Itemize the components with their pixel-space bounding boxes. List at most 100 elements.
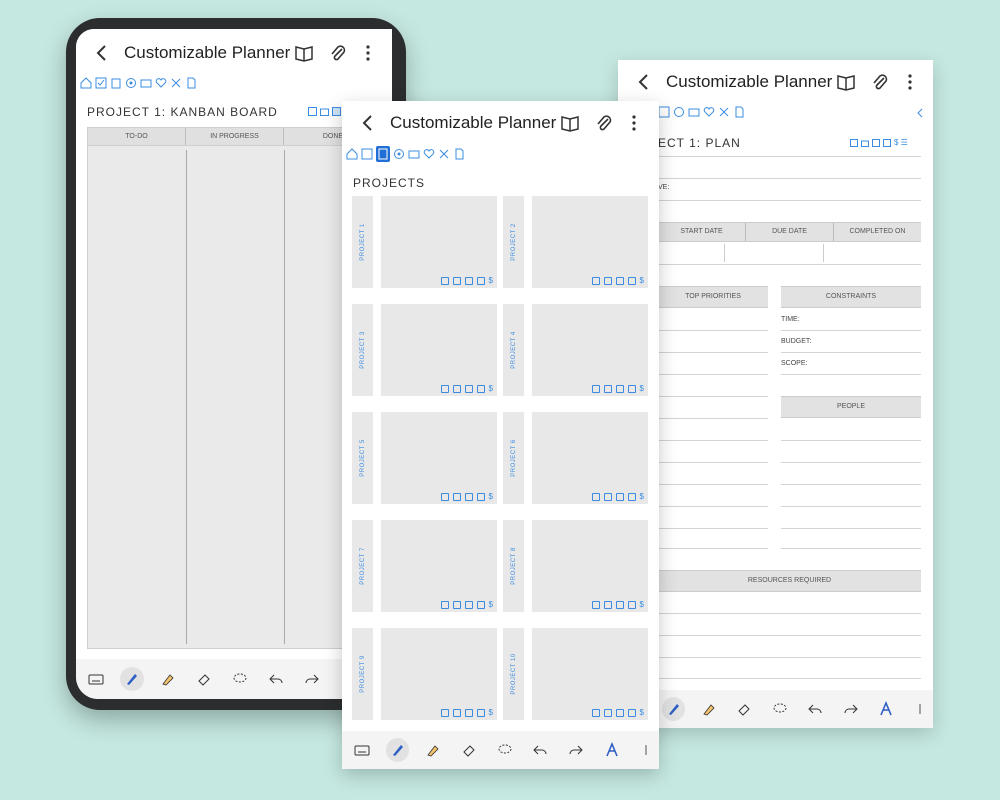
- text-recognition-tool[interactable]: [874, 697, 897, 721]
- wallet-icon[interactable]: [688, 106, 700, 118]
- budget-and-list-icons[interactable]: $ ☰: [894, 138, 908, 147]
- undo-tool[interactable]: [264, 667, 288, 691]
- document-icon[interactable]: [185, 77, 197, 89]
- calendar-icon[interactable]: [440, 277, 449, 285]
- checkbox-icon[interactable]: [476, 601, 485, 609]
- checkbox-icon[interactable]: [476, 709, 485, 717]
- calendar-icon[interactable]: [440, 493, 449, 501]
- project-tab[interactable]: PROJECT 2: [503, 196, 524, 288]
- folder-icon[interactable]: [603, 601, 612, 609]
- lasso-tool[interactable]: [768, 697, 791, 721]
- heart-icon[interactable]: [423, 148, 435, 160]
- project-notes-area[interactable]: $: [532, 520, 648, 612]
- board-icon[interactable]: [615, 601, 624, 609]
- project-tab[interactable]: PROJECT 6: [503, 412, 524, 504]
- project-card[interactable]: PROJECT 6 $: [503, 412, 648, 504]
- highlighter-tool[interactable]: [156, 667, 180, 691]
- undo-tool[interactable]: [804, 697, 827, 721]
- folder-icon[interactable]: [452, 709, 461, 717]
- checkbox-icon[interactable]: [361, 148, 373, 160]
- board-icon[interactable]: [615, 277, 624, 285]
- checkbox-icon[interactable]: [476, 493, 485, 501]
- project-card[interactable]: PROJECT 5 $: [352, 412, 497, 504]
- project-card[interactable]: PROJECT 1 $: [352, 196, 497, 288]
- dollar-icon[interactable]: $: [640, 709, 644, 717]
- eraser-tool[interactable]: [733, 697, 756, 721]
- tools-icon[interactable]: [438, 148, 450, 160]
- dollar-icon[interactable]: $: [640, 601, 644, 609]
- checkbox-icon[interactable]: [476, 385, 485, 393]
- document-icon[interactable]: [733, 106, 745, 118]
- project-card[interactable]: PROJECT 10 $: [503, 628, 648, 720]
- folder-icon[interactable]: [452, 493, 461, 501]
- dollar-icon[interactable]: $: [640, 385, 644, 393]
- checkbox-icon[interactable]: [658, 106, 670, 118]
- home-icon[interactable]: [80, 77, 92, 89]
- project-tab[interactable]: PROJECT 5: [352, 412, 373, 504]
- heart-icon[interactable]: [703, 106, 715, 118]
- back-arrow-icon[interactable]: [92, 43, 112, 63]
- calendar-icon[interactable]: [440, 709, 449, 717]
- dollar-icon[interactable]: $: [489, 493, 493, 501]
- undo-tool[interactable]: [528, 738, 552, 762]
- lasso-tool[interactable]: [228, 667, 252, 691]
- wallet-icon[interactable]: [408, 148, 420, 160]
- calendar-icon[interactable]: [591, 493, 600, 501]
- project-notes-area[interactable]: $: [381, 628, 497, 720]
- dollar-icon[interactable]: $: [640, 493, 644, 501]
- project-notes-area[interactable]: $: [532, 304, 648, 396]
- home-icon[interactable]: [346, 148, 358, 160]
- calendar-icon[interactable]: [591, 601, 600, 609]
- board-icon[interactable]: [464, 709, 473, 717]
- redo-tool[interactable]: [300, 667, 324, 691]
- projects-active-icon[interactable]: [376, 146, 390, 162]
- attachment-icon[interactable]: [870, 72, 890, 92]
- folder-icon[interactable]: [603, 385, 612, 393]
- page-number-tool[interactable]: [635, 738, 659, 762]
- project-card[interactable]: PROJECT 2 $: [503, 196, 648, 288]
- heart-icon[interactable]: [155, 77, 167, 89]
- book-icon[interactable]: [294, 43, 314, 63]
- redo-tool[interactable]: [564, 738, 588, 762]
- project-tab[interactable]: PROJECT 8: [503, 520, 524, 612]
- book-icon[interactable]: [560, 113, 580, 133]
- tools-icon[interactable]: [718, 106, 730, 118]
- checkbox-icon[interactable]: [627, 385, 636, 393]
- eraser-tool[interactable]: [192, 667, 216, 691]
- highlighter-tool[interactable]: [421, 738, 445, 762]
- pen-tool[interactable]: [385, 738, 410, 762]
- more-menu-icon[interactable]: [624, 113, 644, 133]
- attachment-icon[interactable]: [594, 113, 614, 133]
- folder-icon[interactable]: [603, 277, 612, 285]
- project-tab[interactable]: PROJECT 1: [352, 196, 373, 288]
- more-menu-icon[interactable]: [358, 43, 378, 63]
- project-tab[interactable]: PROJECT 9: [352, 628, 373, 720]
- target-icon[interactable]: [125, 77, 137, 89]
- project-notes-area[interactable]: $: [381, 196, 497, 288]
- lasso-tool[interactable]: [493, 738, 517, 762]
- folder-icon[interactable]: [452, 385, 461, 393]
- project-notes-area[interactable]: $: [532, 412, 648, 504]
- project-notes-area[interactable]: $: [532, 628, 648, 720]
- calendar-icon[interactable]: [308, 107, 317, 116]
- board-icon[interactable]: [615, 709, 624, 717]
- pen-tool[interactable]: [662, 697, 686, 721]
- dollar-icon[interactable]: $: [489, 709, 493, 717]
- text-recognition-tool[interactable]: [600, 738, 624, 762]
- folder-icon[interactable]: [452, 601, 461, 609]
- board-icon[interactable]: [464, 385, 473, 393]
- target-icon[interactable]: [673, 106, 685, 118]
- project-tab[interactable]: PROJECT 3: [352, 304, 373, 396]
- board-icon[interactable]: [615, 493, 624, 501]
- tools-icon[interactable]: [170, 77, 182, 89]
- attachment-icon[interactable]: [328, 43, 348, 63]
- calendar-icon[interactable]: [591, 709, 600, 717]
- highlighter-tool[interactable]: [697, 697, 720, 721]
- project-card[interactable]: PROJECT 7 $: [352, 520, 497, 612]
- board-icon[interactable]: [464, 493, 473, 501]
- target-icon[interactable]: [393, 148, 405, 160]
- checkbox-icon[interactable]: [883, 138, 891, 147]
- project-card[interactable]: PROJECT 8 $: [503, 520, 648, 612]
- clipboard-icon[interactable]: [110, 77, 122, 89]
- eraser-tool[interactable]: [457, 738, 481, 762]
